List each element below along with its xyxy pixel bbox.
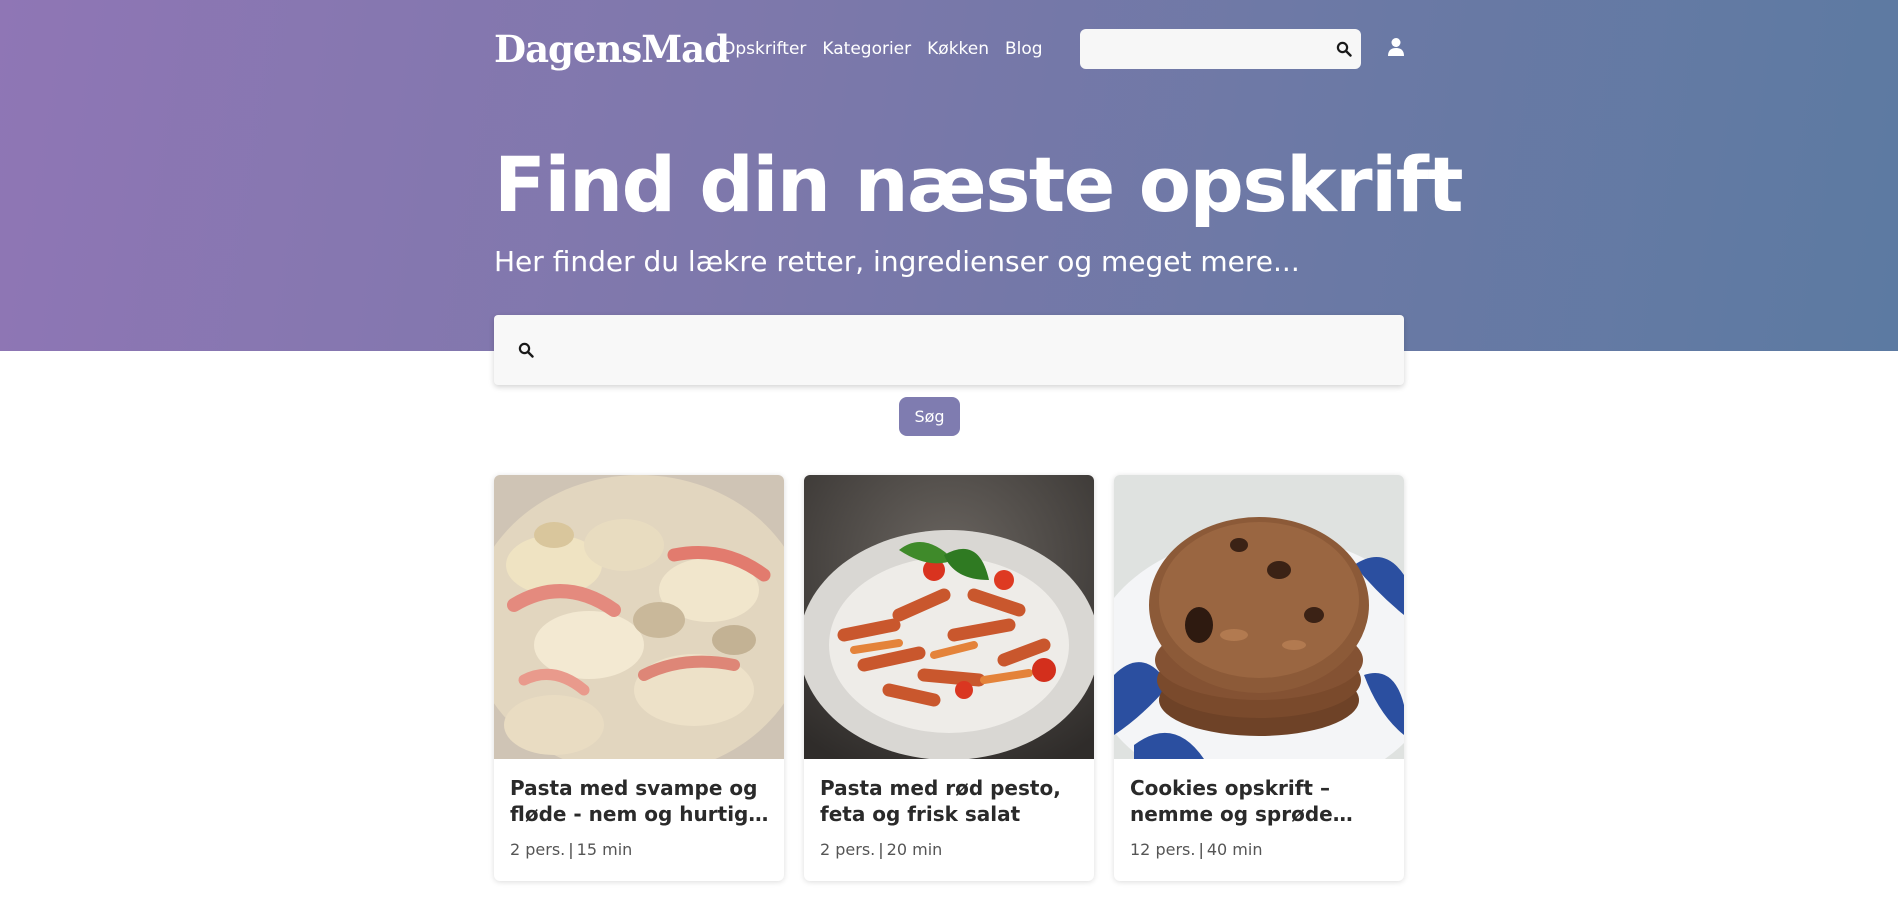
recipe-search-box [494, 315, 1404, 385]
meta-separator: | [568, 840, 574, 859]
recipe-card[interactable]: Cookies opskrift – nemme og sprøde cooki… [1114, 475, 1404, 881]
search-button[interactable]: Søg [899, 397, 960, 436]
hero-title: Find din næste opskrift [494, 140, 1464, 229]
site-logo[interactable]: DagensMad [494, 28, 730, 70]
meta-separator: | [1198, 840, 1204, 859]
site-header: DagensMad Opskrifter Kategorier Køkken B… [494, 0, 1404, 98]
nav-item-kategorier[interactable]: Kategorier [822, 38, 911, 60]
recipe-image[interactable] [804, 475, 1094, 759]
recipe-time: 40 min [1206, 840, 1263, 859]
recipe-time: 15 min [576, 840, 633, 859]
recipe-title[interactable]: Pasta med rød pesto, feta og frisk salat [820, 775, 1082, 827]
recipe-card-list: Pasta med svampe og fløde - nem og hurti… [494, 475, 1404, 881]
recipe-title[interactable]: Pasta med svampe og fløde - nem og hurti… [510, 775, 772, 827]
recipe-meta: 2 pers. | 15 min [510, 840, 632, 860]
recipe-image[interactable] [1114, 475, 1404, 759]
recipe-title[interactable]: Cookies opskrift – nemme og sprøde cooki… [1130, 775, 1392, 827]
recipe-persons: 2 pers. [820, 840, 876, 859]
recipe-persons: 2 pers. [510, 840, 566, 859]
search-icon [518, 342, 534, 362]
header-search-input[interactable] [1080, 29, 1320, 69]
recipe-image[interactable] [494, 475, 784, 759]
header-search-box [1080, 29, 1361, 69]
recipe-persons: 12 pers. [1130, 840, 1196, 859]
hero-subtitle: Her finder du lækre retter, ingredienser… [494, 245, 1300, 278]
user-icon[interactable] [1387, 37, 1405, 61]
recipe-search-input[interactable] [550, 315, 1390, 385]
recipe-card[interactable]: Pasta med svampe og fløde - nem og hurti… [494, 475, 784, 881]
search-icon[interactable] [1336, 41, 1352, 61]
recipe-meta: 2 pers. | 20 min [820, 840, 942, 860]
recipe-time: 20 min [886, 840, 943, 859]
recipe-card[interactable]: Pasta med rød pesto, feta og frisk salat… [804, 475, 1094, 881]
nav-item-blog[interactable]: Blog [1005, 38, 1043, 60]
recipe-meta: 12 pers. | 40 min [1130, 840, 1262, 860]
main-nav: Opskrifter Kategorier Køkken Blog [722, 38, 1059, 60]
meta-separator: | [878, 840, 884, 859]
nav-item-koekken[interactable]: Køkken [927, 38, 989, 60]
nav-item-opskrifter[interactable]: Opskrifter [722, 38, 806, 60]
